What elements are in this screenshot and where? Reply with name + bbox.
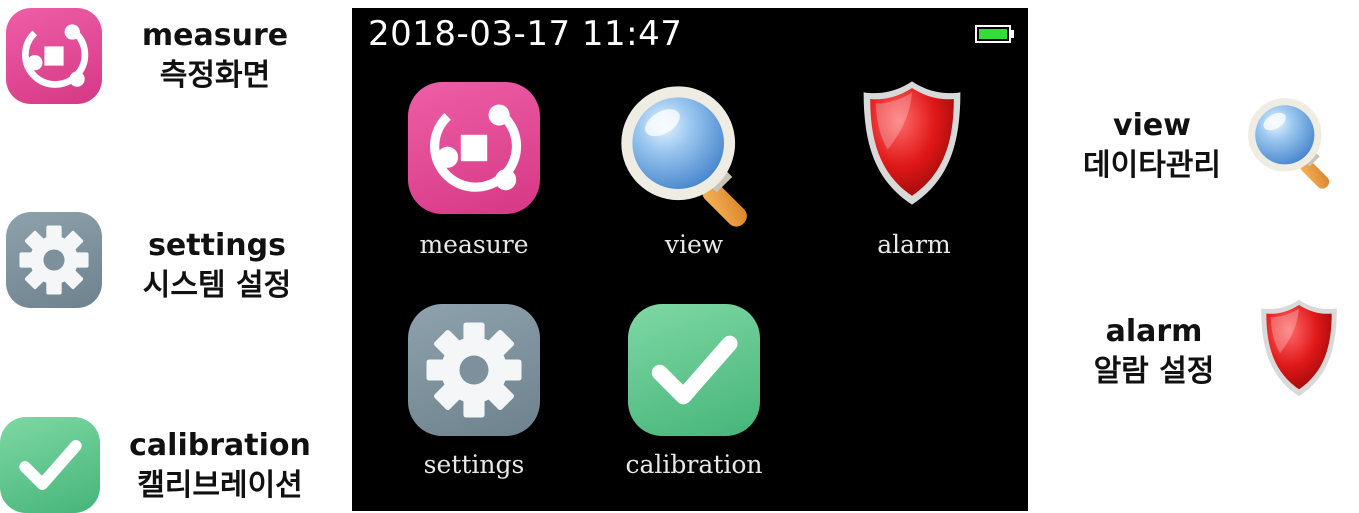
legend-view-ko: 데이타관리 [1083,148,1221,183]
legend-alarm-ko: 알람 설정 [1093,354,1215,389]
shield-icon [1256,296,1342,400]
datetime-display: 2018-03-17 11:47 [368,14,683,54]
app-measure-label: measure [419,230,529,259]
checkmark-icon [0,417,100,513]
legend-view-text: view 데이타관리 [1050,106,1254,186]
app-settings-label: settings [423,450,525,479]
app-calibration-label: calibration [625,450,763,479]
legend-measure-text: measure 측정화면 [120,16,310,96]
measure-icon [6,8,102,104]
magnifier-icon [1244,94,1346,196]
checkmark-icon[interactable] [628,304,760,436]
legend-settings-text: settings 시스템 설정 [112,226,322,306]
gear-icon [6,212,102,308]
legend-calibration-en: calibration [129,428,311,463]
battery-icon [975,25,1014,43]
legend-measure-ko: 측정화면 [159,58,271,93]
device-screen: 2018-03-17 11:47 measure view alarm sett… [352,8,1028,511]
legend-alarm-text: alarm 알람 설정 [1064,312,1244,392]
measure-icon[interactable] [408,82,540,214]
legend-settings-en: settings [148,228,286,263]
legend-settings-ko: 시스템 설정 [142,268,292,303]
legend-calibration-ko: 캘리브레이션 [137,468,303,503]
gear-icon[interactable] [408,304,540,436]
legend-calibration-text: calibration 캘리브레이션 [104,426,336,506]
magnifier-icon[interactable] [615,80,773,238]
app-alarm-label: alarm [877,230,951,259]
legend-measure-en: measure [141,18,289,53]
app-view-label: view [664,230,724,259]
legend-alarm-en: alarm [1105,314,1203,349]
legend-view-en: view [1113,108,1191,143]
shield-icon[interactable] [857,76,967,210]
